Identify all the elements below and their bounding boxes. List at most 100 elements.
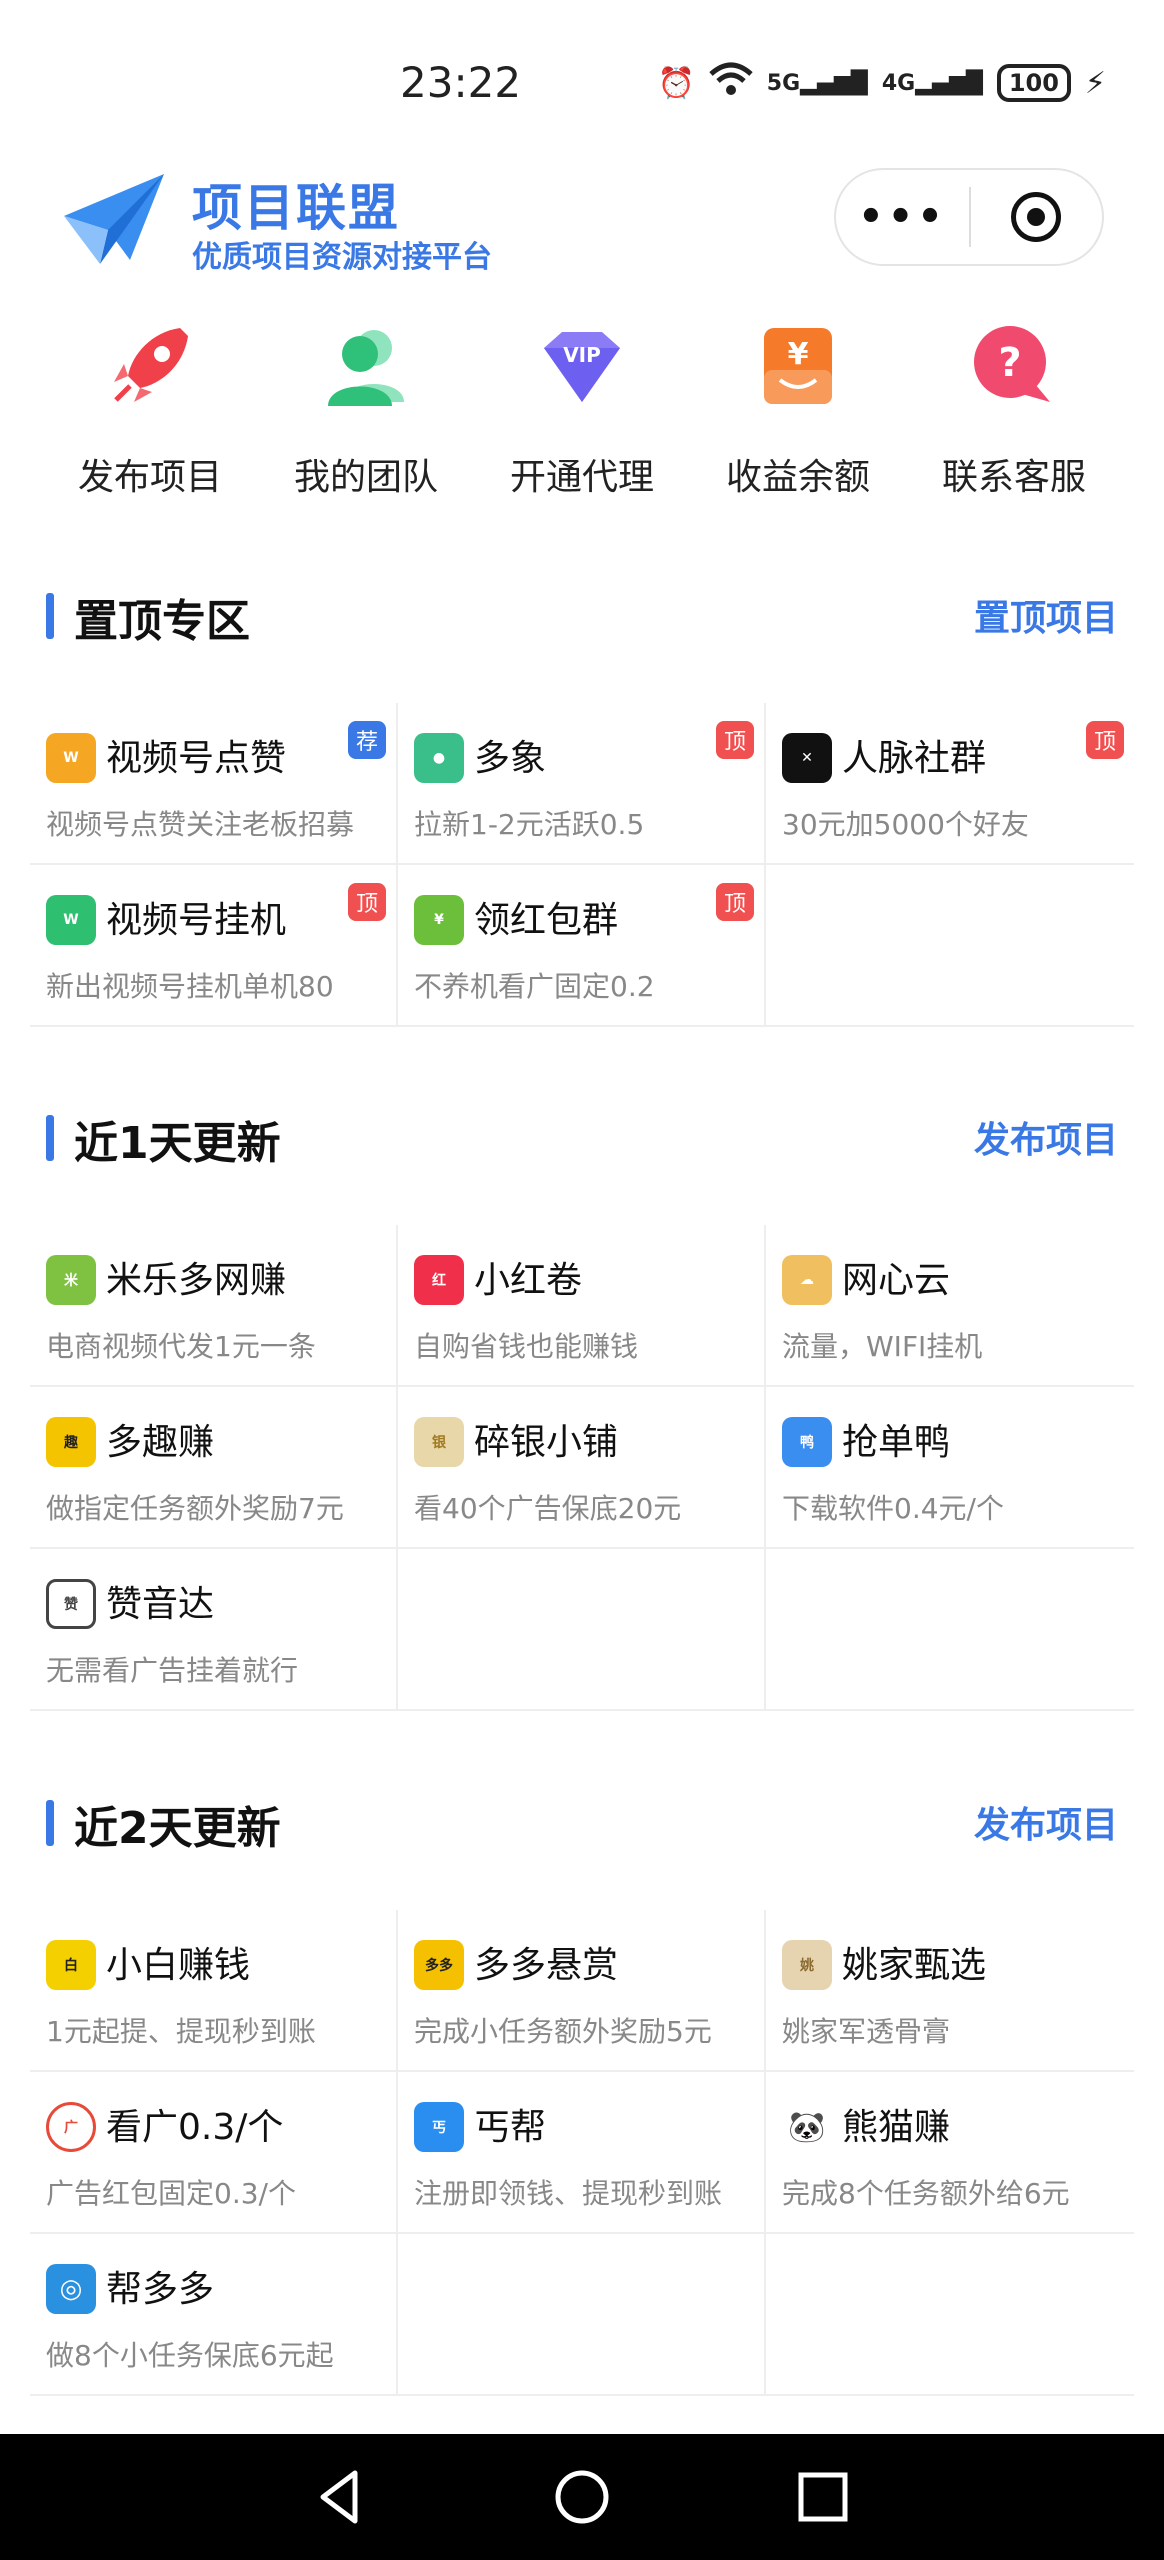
project-desc: 广告红包固定0.3/个 xyxy=(46,2177,296,2210)
empty-cell xyxy=(398,2234,766,2396)
project-desc: 流量，WIFI挂机 xyxy=(782,1330,983,1363)
project-logo-icon: 🐼 xyxy=(782,2102,832,2152)
target-icon xyxy=(1011,192,1062,242)
section-header: 近1天更新 发布项目 xyxy=(0,1097,1164,1177)
project-name: 领红包群 xyxy=(474,900,619,941)
project-card[interactable]: W 视频号点赞 视频号点赞关注老板招募 荐 xyxy=(30,703,398,865)
project-logo-icon: 广 xyxy=(46,2102,96,2152)
project-card[interactable]: 米 米乐多网赚 电商视频代发1元一条 xyxy=(30,1225,398,1387)
rocket-icon xyxy=(114,328,188,402)
pinned-projects-link[interactable]: 置顶项目 xyxy=(974,589,1118,641)
recommend-badge: 荐 xyxy=(348,721,386,759)
project-logo-icon: 趣 xyxy=(46,1417,96,1467)
project-logo-icon: 米 xyxy=(46,1255,96,1305)
project-card[interactable]: 红 小红卷 自购省钱也能赚钱 xyxy=(398,1225,766,1387)
section-header: 近2天更新 发布项目 xyxy=(0,1782,1164,1862)
team-icon xyxy=(328,330,404,406)
close-mini-program-button[interactable] xyxy=(971,192,1102,242)
project-name: 赞音达 xyxy=(106,1584,215,1625)
project-name: 人脉社群 xyxy=(842,738,987,779)
project-grid: W 视频号点赞 视频号点赞关注老板招募 荐 ● 多象 拉新1-2元活跃0.5 顶… xyxy=(30,703,1134,1027)
back-icon[interactable] xyxy=(311,2467,371,2527)
project-desc: 完成小任务额外奖励5元 xyxy=(414,2015,712,2048)
project-logo-icon: W xyxy=(46,733,96,783)
project-desc: 姚家军透骨膏 xyxy=(782,2015,951,2048)
project-logo-icon: ◎ xyxy=(46,2264,96,2314)
project-logo-icon: ☁ xyxy=(782,1255,832,1305)
status-bar: 23:22 ⏰ 5G▂▄▆█ 4G▂▄▆█ 100 ⚡ xyxy=(0,0,1164,130)
project-name: 抢单鸭 xyxy=(842,1422,951,1463)
project-name: 小白赚钱 xyxy=(106,1945,251,1986)
quick-nav: 发布项目 我的团队 VIP 开通代理 ¥ 收益余额 ? 联系客服 xyxy=(42,318,1122,500)
project-card[interactable]: ◎ 帮多多 做8个小任务保底6元起 xyxy=(30,2234,398,2396)
project-logo-icon: ✕ xyxy=(782,733,832,783)
project-card[interactable]: 广 看广0.3/个 广告红包固定0.3/个 xyxy=(30,2072,398,2234)
project-logo-icon: 红 xyxy=(414,1255,464,1305)
nav-contact-support[interactable]: ? 联系客服 xyxy=(906,318,1122,500)
project-desc: 电商视频代发1元一条 xyxy=(46,1330,316,1363)
project-desc: 做8个小任务保底6元起 xyxy=(46,2339,334,2372)
wallet-icon: ¥ xyxy=(764,328,832,404)
project-name: 多多悬赏 xyxy=(474,1945,619,1986)
project-card[interactable]: 姚 姚家甄选 姚家军透骨膏 xyxy=(766,1910,1134,2072)
project-card[interactable]: 鸭 抢单鸭 下载软件0.4元/个 xyxy=(766,1387,1134,1549)
status-icons: ⏰ 5G▂▄▆█ 4G▂▄▆█ 100 ⚡ xyxy=(657,62,1106,104)
nav-label: 收益余额 xyxy=(725,457,870,498)
project-logo-icon: 姚 xyxy=(782,1940,832,1990)
alarm-icon: ⏰ xyxy=(657,65,695,101)
top-badge: 顶 xyxy=(1086,721,1124,759)
signal-5g-icon: 5G▂▄▆█ xyxy=(766,70,868,96)
app-subtitle: 优质项目资源对接平台 xyxy=(192,240,492,275)
section-accent-bar xyxy=(46,1115,54,1161)
project-card[interactable]: 多多 多多悬赏 完成小任务额外奖励5元 xyxy=(398,1910,766,2072)
project-name: 视频号点赞 xyxy=(106,738,287,779)
project-card[interactable]: ¥ 领红包群 不养机看广固定0.2 顶 xyxy=(398,865,766,1027)
project-name: 小红卷 xyxy=(474,1260,583,1301)
charging-icon: ⚡ xyxy=(1084,65,1106,101)
project-desc: 无需看广告挂着就行 xyxy=(46,1654,299,1687)
project-name: 看广0.3/个 xyxy=(106,2107,284,2148)
project-card[interactable]: 白 小白赚钱 1元起提、提现秒到账 xyxy=(30,1910,398,2072)
project-card[interactable]: 🐼 熊猫赚 完成8个任务额外给6元 xyxy=(766,2072,1134,2234)
nav-label: 联系客服 xyxy=(941,457,1086,498)
project-desc: 新出视频号挂机单机80 xyxy=(46,970,334,1003)
project-card[interactable]: ✕ 人脉社群 30元加5000个好友 顶 xyxy=(766,703,1134,865)
project-desc: 30元加5000个好友 xyxy=(782,808,1029,841)
svg-text:¥: ¥ xyxy=(788,337,809,372)
recents-icon[interactable] xyxy=(793,2467,853,2527)
project-desc: 自购省钱也能赚钱 xyxy=(414,1330,639,1363)
battery-indicator: 100 xyxy=(996,64,1071,102)
nav-my-team[interactable]: 我的团队 xyxy=(258,318,474,500)
publish-project-link[interactable]: 发布项目 xyxy=(974,1796,1118,1848)
section-title: 近1天更新 xyxy=(74,1118,281,1169)
project-card[interactable]: ☁ 网心云 流量，WIFI挂机 xyxy=(766,1225,1134,1387)
project-card[interactable]: 银 碎银小铺 看40个广告保底20元 xyxy=(398,1387,766,1549)
section-pinned: 置顶专区 置顶项目 W 视频号点赞 视频号点赞关注老板招募 荐 ● 多象 拉新1… xyxy=(0,575,1164,1027)
project-logo-icon: 银 xyxy=(414,1417,464,1467)
nav-earnings-balance[interactable]: ¥ 收益余额 xyxy=(690,318,906,500)
project-card[interactable]: 赞 赞音达 无需看广告挂着就行 xyxy=(30,1549,398,1711)
project-logo-icon: 多多 xyxy=(414,1940,464,1990)
section-header: 置顶专区 置顶项目 xyxy=(0,575,1164,655)
wifi-icon xyxy=(709,62,753,104)
project-card[interactable]: 丐 丐帮 注册即领钱、提现秒到账 xyxy=(398,2072,766,2234)
empty-cell xyxy=(766,865,1134,1027)
nav-label: 发布项目 xyxy=(77,457,222,498)
mini-program-capsule: ••• xyxy=(834,168,1104,266)
project-logo-icon: ¥ xyxy=(414,895,464,945)
project-name: 帮多多 xyxy=(106,2269,215,2310)
project-card[interactable]: W 视频号挂机 新出视频号挂机单机80 顶 xyxy=(30,865,398,1027)
nav-become-agent[interactable]: VIP 开通代理 xyxy=(474,318,690,500)
project-card[interactable]: 趣 多趣赚 做指定任务额外奖励7元 xyxy=(30,1387,398,1549)
publish-project-link[interactable]: 发布项目 xyxy=(974,1111,1118,1163)
empty-cell xyxy=(766,1549,1134,1711)
project-name: 熊猫赚 xyxy=(842,2107,951,2148)
project-card[interactable]: ● 多象 拉新1-2元活跃0.5 顶 xyxy=(398,703,766,865)
more-menu-button[interactable]: ••• xyxy=(836,194,969,240)
svg-text:?: ? xyxy=(998,340,1021,386)
help-icon: ? xyxy=(974,326,1050,402)
home-icon[interactable] xyxy=(552,2467,612,2527)
project-desc: 视频号点赞关注老板招募 xyxy=(46,808,355,841)
nav-publish-project[interactable]: 发布项目 xyxy=(42,318,258,500)
project-desc: 1元起提、提现秒到账 xyxy=(46,2015,316,2048)
